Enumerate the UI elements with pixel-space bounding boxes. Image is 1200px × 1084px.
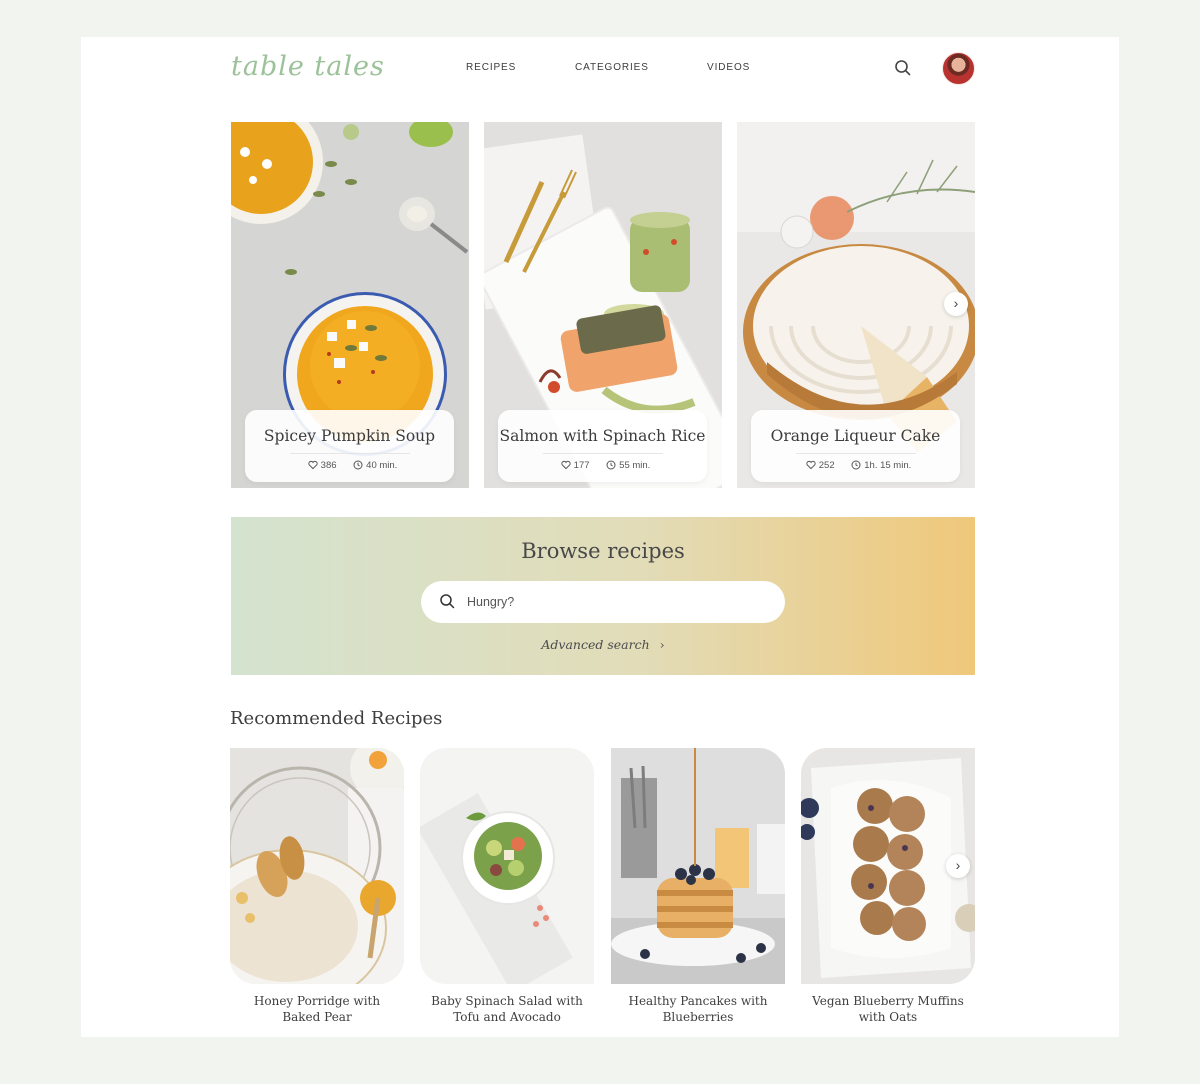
recipe-image: ›: [801, 748, 975, 984]
nav-videos[interactable]: VIDEOS: [707, 62, 750, 73]
recipe-card-spinach-salad[interactable]: Baby Spinach Salad with Tofu and Avocado: [420, 748, 594, 1025]
clock-icon: [851, 460, 861, 470]
recipe-title-line1: Vegan Blueberry Muffins: [812, 994, 964, 1008]
browse-title: Browse recipes: [521, 539, 685, 563]
featured-card-orange-cake[interactable]: › Orange Liqueur Cake 252 1h. 15 min.: [737, 122, 975, 488]
clock-icon: [606, 460, 616, 470]
recipe-title: Baby Spinach Salad with Tofu and Avocado: [420, 993, 594, 1025]
search-icon[interactable]: [893, 58, 913, 78]
featured-card-salmon[interactable]: Salmon with Spinach Rice 177 55 min.: [484, 122, 722, 488]
cook-time: 40 min.: [366, 460, 398, 471]
recipe-image: [611, 748, 785, 984]
nav-recipes[interactable]: RECIPES: [466, 62, 516, 73]
heart-icon[interactable]: [806, 460, 816, 470]
browse-banner: Browse recipes Advanced search ›: [231, 517, 975, 675]
recipe-title-line1: Honey Porridge with: [253, 994, 381, 1008]
search-input[interactable]: [467, 592, 757, 612]
likes-count: 177: [573, 460, 590, 471]
logo[interactable]: table tales: [231, 51, 385, 82]
porridge-photo: [230, 748, 404, 984]
likes-count: 252: [818, 460, 835, 471]
salad-photo: [420, 748, 594, 984]
featured-label: Spicey Pumpkin Soup 386 40 min.: [245, 410, 454, 482]
recipe-search-field[interactable]: [421, 581, 785, 623]
featured-card-pumpkin-soup[interactable]: Spicey Pumpkin Soup 386 40 min.: [231, 122, 469, 488]
recipe-title-line2: Baked Pear: [282, 1010, 352, 1024]
carousel-next-button[interactable]: ›: [946, 854, 970, 878]
featured-title: Orange Liqueur Cake: [770, 427, 941, 445]
avatar[interactable]: [942, 52, 975, 85]
recipe-card-blueberry-muffins[interactable]: › Vegan Blueberry Muffins with Oats: [801, 748, 975, 1025]
divider: [795, 453, 916, 454]
featured-label: Orange Liqueur Cake 252 1h. 15 min.: [751, 410, 960, 482]
featured-label: Salmon with Spinach Rice 177 55 min.: [498, 410, 707, 482]
recipe-title-line1: Baby Spinach Salad with: [431, 994, 583, 1008]
nav-categories[interactable]: CATEGORIES: [575, 62, 649, 73]
featured-title: Salmon with Spinach Rice: [499, 427, 706, 445]
recipe-title-line2: Tofu and Avocado: [453, 1010, 561, 1024]
heart-icon[interactable]: [308, 460, 318, 470]
chevron-right-icon: ›: [659, 637, 665, 652]
recipe-image: [420, 748, 594, 984]
pancakes-photo: [611, 748, 785, 984]
advanced-search-link[interactable]: Advanced search ›: [231, 637, 975, 652]
recipe-title-line2: Blueberries: [662, 1010, 734, 1024]
recipe-title-line1: Healthy Pancakes with: [628, 994, 768, 1008]
divider: [542, 453, 663, 454]
carousel-next-button[interactable]: ›: [944, 292, 968, 316]
heart-icon[interactable]: [561, 460, 571, 470]
recommended-heading: Recommended Recipes: [230, 708, 443, 729]
cook-time: 1h. 15 min.: [864, 460, 912, 471]
featured-title: Spicey Pumpkin Soup: [263, 427, 436, 445]
page: table tales RECIPES CATEGORIES VIDEOS Sp…: [81, 37, 1119, 1037]
recipe-title: Healthy Pancakes with Blueberries: [611, 993, 785, 1025]
divider: [289, 453, 410, 454]
likes-count: 386: [320, 460, 337, 471]
search-icon: [440, 594, 455, 609]
featured-meta: 386 40 min.: [245, 460, 454, 471]
recipe-image: [230, 748, 404, 984]
recipe-title-line2: with Oats: [858, 1010, 918, 1024]
advanced-search-label: Advanced search: [541, 637, 650, 652]
recipe-card-honey-porridge[interactable]: Honey Porridge with Baked Pear: [230, 748, 404, 1025]
recipe-card-healthy-pancakes[interactable]: Healthy Pancakes with Blueberries: [611, 748, 785, 1025]
clock-icon: [353, 460, 363, 470]
featured-meta: 177 55 min.: [498, 460, 707, 471]
cook-time: 55 min.: [619, 460, 651, 471]
recipe-title: Vegan Blueberry Muffins with Oats: [801, 993, 975, 1025]
recipe-title: Honey Porridge with Baked Pear: [230, 993, 404, 1025]
featured-meta: 252 1h. 15 min.: [751, 460, 960, 471]
